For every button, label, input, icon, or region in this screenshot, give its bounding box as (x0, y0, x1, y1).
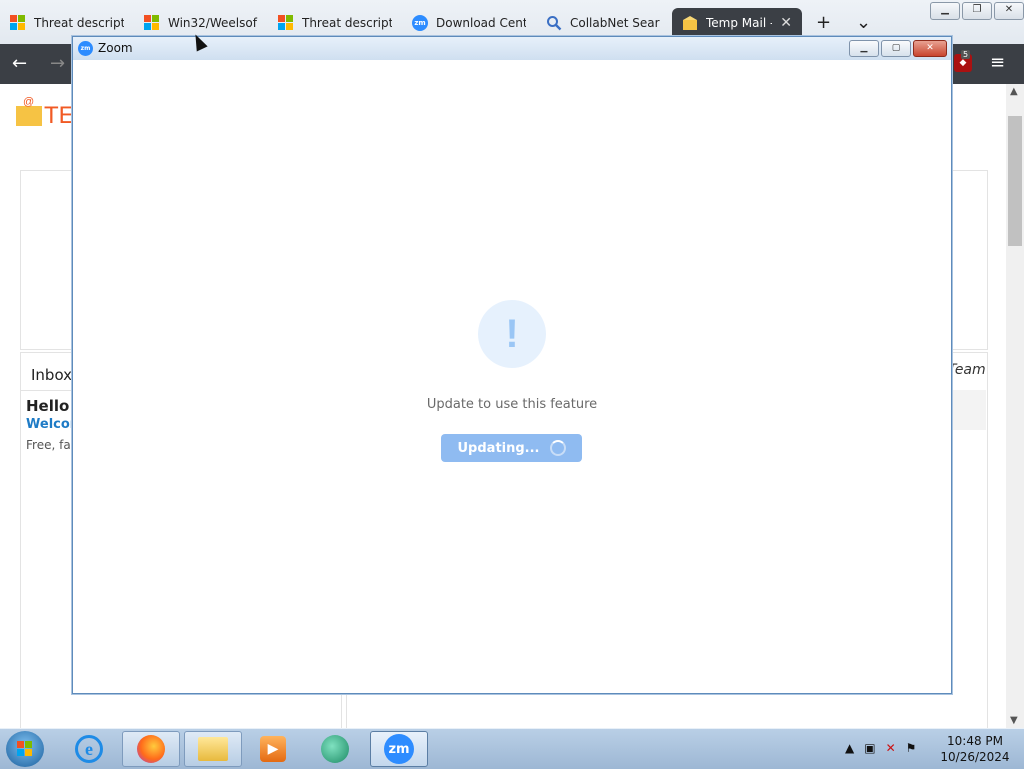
forward-arrow-icon[interactable]: → (50, 53, 65, 74)
zoom-logo-icon: zm (412, 15, 428, 31)
maximize-icon[interactable]: ▢ (881, 40, 911, 57)
windows-logo-icon (144, 15, 160, 31)
site-logo[interactable]: @ TE (16, 96, 75, 130)
folder-icon (198, 737, 228, 761)
system-tray: ▲ ▣ ✕ ⚑ (845, 741, 916, 755)
loading-spinner-icon (549, 440, 566, 456)
window-title: Zoom (98, 41, 133, 55)
action-center-flag-icon[interactable]: ⚑ (906, 741, 917, 755)
tab-threat-description-1[interactable]: Threat descriptio (0, 8, 134, 38)
show-hidden-icons-icon[interactable]: ▲ (845, 741, 854, 755)
mail-preview[interactable]: Free, fas (26, 438, 77, 452)
taskbar-media-player[interactable]: ▶ (244, 731, 302, 767)
tab-label: Threat descriptio (34, 16, 124, 30)
volume-muted-icon[interactable]: ✕ (886, 741, 896, 755)
logo-at-sign: @ (23, 96, 35, 108)
search-icon (546, 15, 562, 31)
zoom-window-controls: ▁ ▢ ✕ (849, 40, 947, 57)
message-sender-text: Team (948, 362, 986, 378)
clock-time: 10:48 PM (947, 734, 1003, 748)
start-button[interactable] (6, 731, 44, 767)
tab-collabnet-searx[interactable]: CollabNet SearX (536, 8, 670, 38)
media-player-icon: ▶ (260, 736, 286, 762)
mail-icon (682, 15, 698, 31)
tab-threat-description-2[interactable]: Threat descriptio (268, 8, 402, 38)
tab-label: Download Cente (436, 16, 526, 30)
browser-window-controls: ▁ ❐ ✕ (930, 2, 1024, 20)
windows-logo-icon (278, 15, 294, 31)
menu-hamburger-icon[interactable]: ≡ (990, 52, 1005, 73)
windows-logo-icon (10, 15, 26, 31)
scroll-down-icon[interactable]: ▼ (1010, 715, 1018, 726)
tab-label: Win32/Weelsof t (168, 16, 258, 30)
app-icon (321, 735, 349, 763)
back-arrow-icon[interactable]: ← (12, 53, 27, 74)
taskbar-internet-explorer[interactable]: e (60, 731, 118, 767)
extension-badge: 5 (961, 50, 971, 59)
tab-temp-mail[interactable]: Temp Mail - T ✕ (672, 8, 802, 38)
restore-icon[interactable]: ❐ (962, 2, 992, 20)
network-icon[interactable]: ▣ (864, 741, 875, 755)
page-scrollbar[interactable]: ▲ ▼ (1006, 84, 1024, 728)
taskbar-zoom[interactable]: zm (370, 731, 428, 767)
zoom-logo-icon: zm (78, 41, 93, 56)
close-tab-icon[interactable]: ✕ (780, 15, 792, 31)
windows-taskbar: e ▶ zm ▲ ▣ ✕ ⚑ 10:48 PM 10/26/2024 (0, 728, 1024, 769)
tab-label: CollabNet SearX (570, 16, 660, 30)
zoom-logo-icon: zm (384, 734, 414, 764)
close-icon[interactable]: ✕ (913, 40, 947, 57)
tab-list-button[interactable]: ⌄ (856, 12, 871, 33)
taskbar-firefox[interactable] (122, 731, 180, 767)
update-message: Update to use this feature (426, 397, 598, 412)
windows-logo-icon (17, 741, 32, 756)
firefox-icon (137, 735, 165, 763)
tab-download-center[interactable]: zm Download Cente (402, 8, 536, 38)
minimize-icon[interactable]: ▁ (849, 40, 879, 57)
message-header-band (948, 390, 986, 430)
zoom-content: ! Update to use this feature Updating... (73, 60, 951, 693)
inbox-title: Inbox (31, 366, 73, 384)
system-clock[interactable]: 10:48 PM 10/26/2024 (936, 733, 1014, 765)
clock-date: 10/26/2024 (940, 750, 1010, 764)
tab-label: Temp Mail - T (706, 16, 772, 30)
tab-label: Threat descriptio (302, 16, 392, 30)
updating-button-label: Updating... (457, 440, 540, 456)
updating-button[interactable]: Updating... (441, 434, 582, 462)
minimize-icon[interactable]: ▁ (930, 2, 960, 20)
zoom-window: zm Zoom ▁ ▢ ✕ ! Update to use this featu… (72, 36, 952, 694)
mail-subject[interactable]: Hello (26, 397, 69, 415)
close-icon[interactable]: ✕ (994, 2, 1024, 20)
envelope-icon: @ (16, 96, 42, 126)
scrollbar-thumb[interactable] (1008, 116, 1022, 246)
scroll-up-icon[interactable]: ▲ (1010, 86, 1018, 97)
internet-explorer-icon: e (75, 735, 103, 763)
taskbar-green-app[interactable] (306, 731, 364, 767)
new-tab-button[interactable]: + (816, 12, 831, 33)
logo-text: TE (44, 102, 75, 129)
exclamation-icon: ! (478, 300, 546, 368)
taskbar-file-explorer[interactable] (184, 731, 242, 767)
